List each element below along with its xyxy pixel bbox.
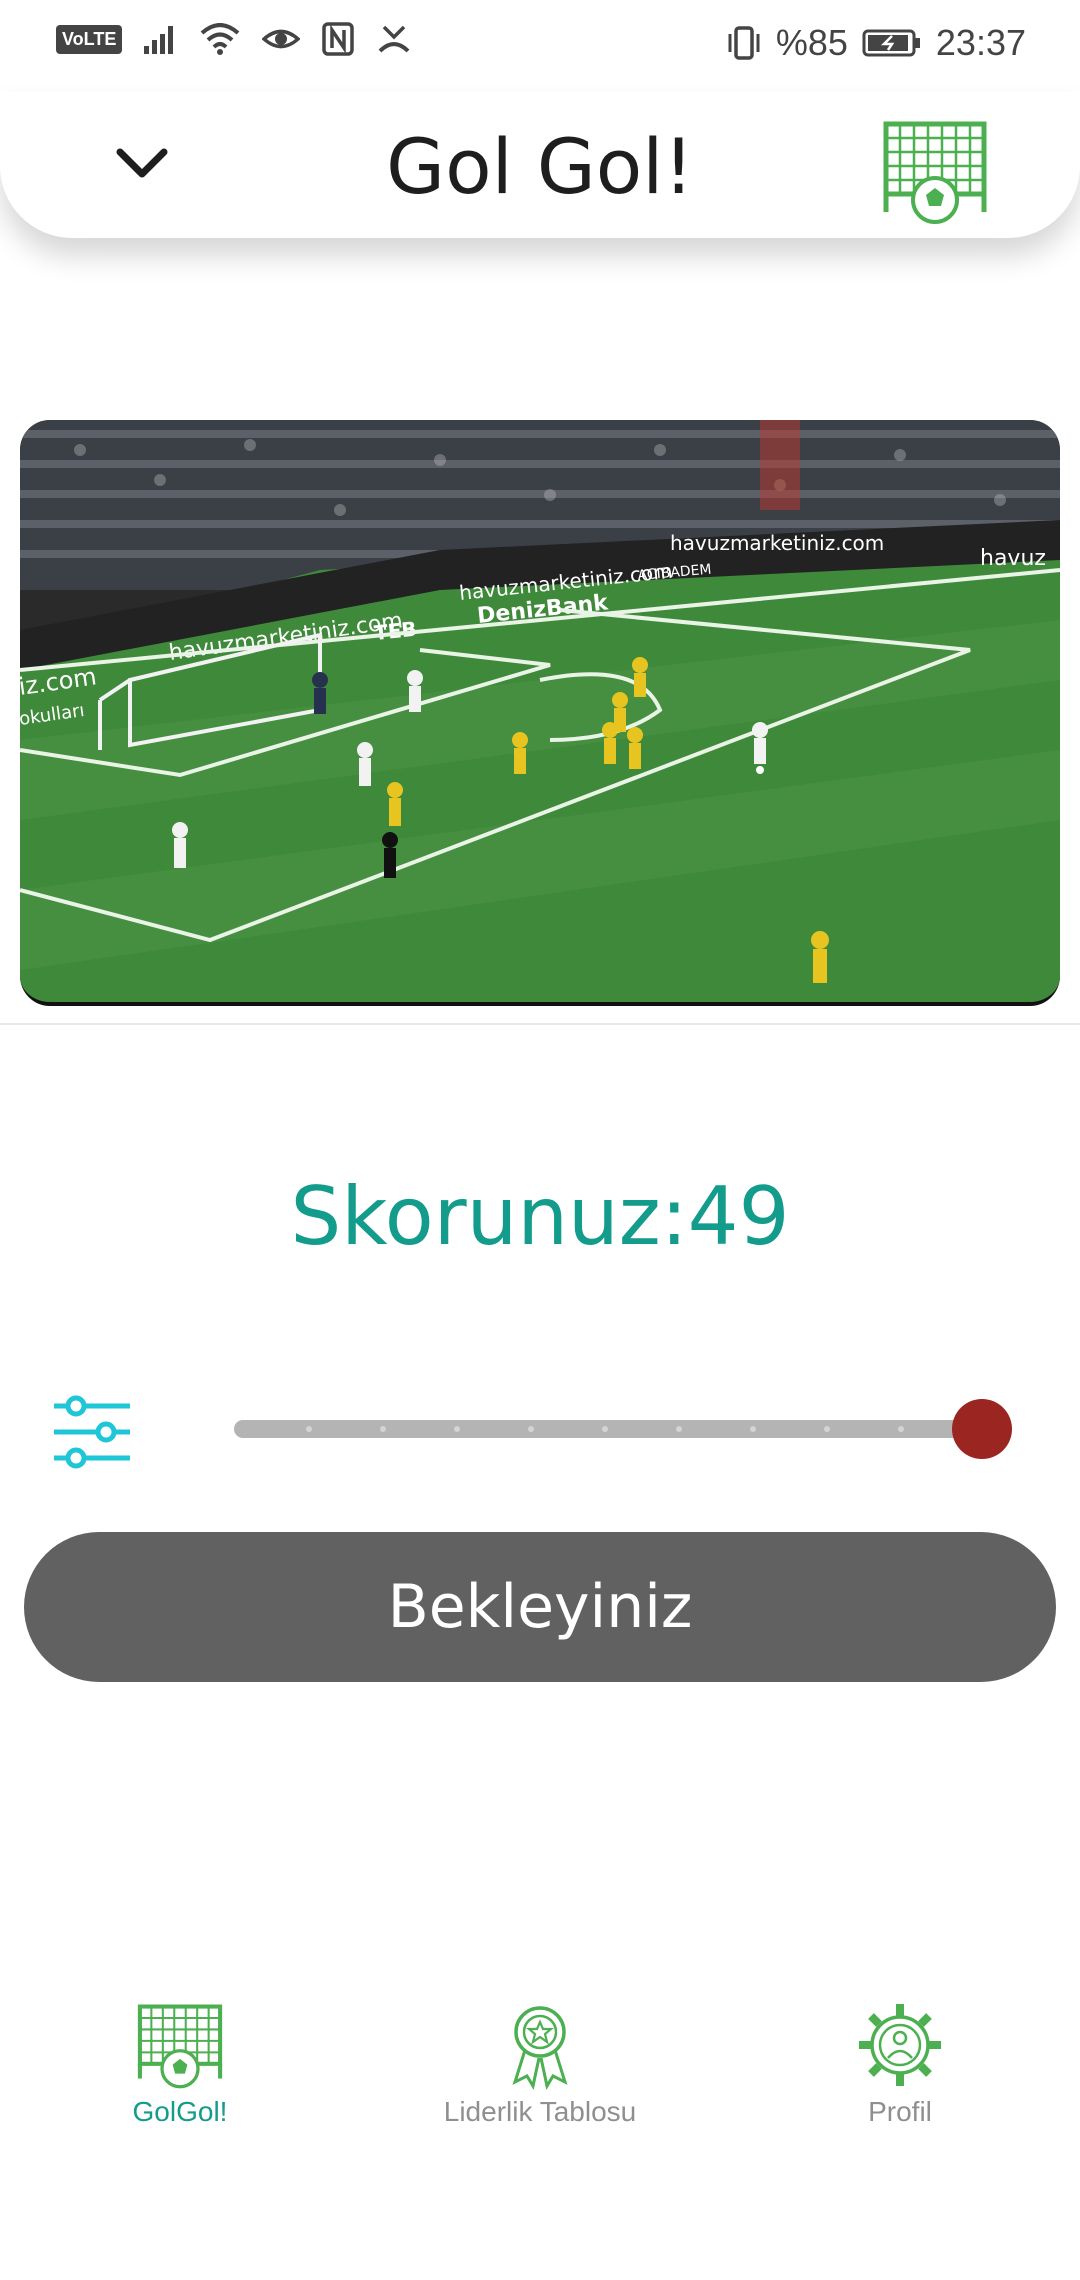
nav-label: GolGol! bbox=[132, 2096, 228, 2127]
slider-tick bbox=[750, 1426, 756, 1432]
clock: 23:37 bbox=[935, 22, 1026, 63]
wifi-icon bbox=[201, 23, 240, 55]
score-text: Skorunuz:49 bbox=[290, 1170, 790, 1263]
divider bbox=[0, 1023, 1080, 1025]
nav-label: Profil bbox=[868, 2096, 932, 2127]
award-ribbon-icon bbox=[512, 2006, 568, 2090]
sliders-icon[interactable] bbox=[50, 1394, 134, 1470]
battery-percent: %85 bbox=[775, 22, 848, 63]
ad-banner: havuzmarketiniz.com bbox=[670, 531, 884, 555]
missed-call-icon bbox=[378, 25, 410, 53]
video-frame: havuzmarketiniz.com havuzmarketiniz.com … bbox=[20, 420, 1060, 1002]
status-right: %85 23:37 bbox=[726, 22, 1026, 64]
slider-tick bbox=[306, 1426, 312, 1432]
status-left: VoLTE bbox=[56, 22, 412, 56]
slider-knob[interactable] bbox=[952, 1399, 1012, 1459]
battery-icon bbox=[862, 29, 920, 57]
vibrate-icon bbox=[728, 26, 760, 60]
slider-tick bbox=[676, 1426, 682, 1432]
bottom-nav: GolGol! Liderlik Tablosu Profil bbox=[0, 2000, 1080, 2140]
slider-tick bbox=[898, 1426, 904, 1432]
status-bar: VoLTE %85 23:37 bbox=[0, 0, 1080, 92]
slider-tick bbox=[824, 1426, 830, 1432]
app-header: Gol Gol! bbox=[0, 92, 1080, 238]
goal-net-ball-icon[interactable] bbox=[880, 116, 990, 226]
goal-net-ball-icon bbox=[137, 2004, 223, 2089]
eye-icon bbox=[262, 29, 301, 49]
nav-item-leaderboard[interactable]: Liderlik Tablosu bbox=[390, 2000, 690, 2128]
slider-tick bbox=[528, 1426, 534, 1432]
screen: VoLTE %85 23:37 Gol Gol! havuzmarketiniz… bbox=[0, 0, 1080, 2280]
volte-badge: VoLTE bbox=[56, 24, 123, 54]
nfc-icon bbox=[322, 22, 355, 56]
slider-track[interactable] bbox=[234, 1420, 984, 1438]
slider-tick bbox=[454, 1426, 460, 1432]
signal-icon bbox=[144, 26, 174, 54]
slider-tick bbox=[380, 1426, 386, 1432]
nav-label: Liderlik Tablosu bbox=[443, 2096, 637, 2127]
nav-item-golgol[interactable]: GolGol! bbox=[30, 2000, 330, 2128]
nav-item-profile[interactable]: Profil bbox=[750, 2000, 1050, 2128]
wait-button[interactable]: Bekleyiniz bbox=[24, 1532, 1056, 1682]
match-video[interactable]: havuzmarketiniz.com havuzmarketiniz.com … bbox=[20, 420, 1060, 1006]
ad-banner: havuz bbox=[980, 546, 1046, 571]
gear-user-icon bbox=[859, 2004, 941, 2086]
slider-tick bbox=[602, 1426, 608, 1432]
